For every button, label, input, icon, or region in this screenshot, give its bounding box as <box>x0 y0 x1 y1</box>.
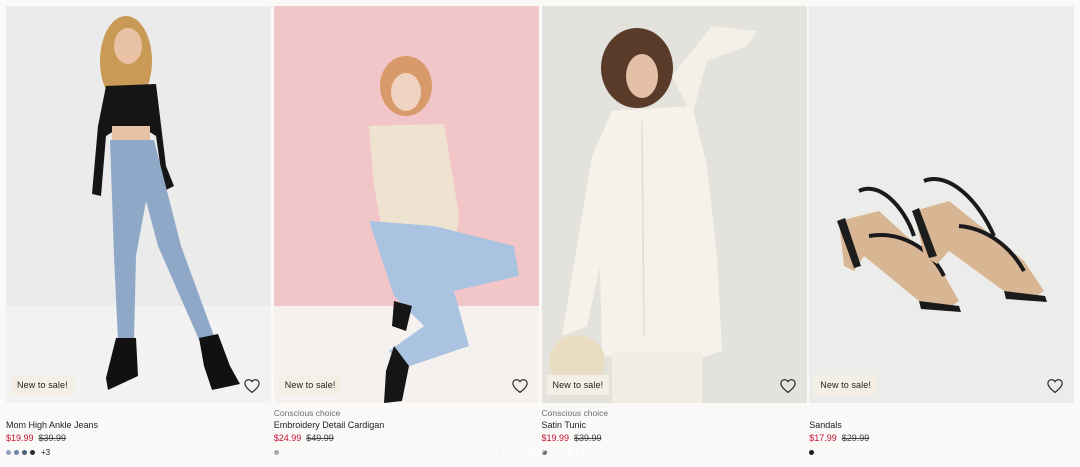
conscious-choice-label: Conscious choice <box>273 408 341 418</box>
product-image[interactable] <box>6 6 271 403</box>
product-card[interactable]: New to sale! Mom High Ankle Jeans $19.99… <box>6 6 271 461</box>
product-photo-jeans <box>6 6 271 403</box>
product-photo-tunic <box>541 6 807 403</box>
price-row: $19.99 $39.99 <box>542 432 807 445</box>
product-card[interactable]: New to sale! Conscious choice Embroidery… <box>273 6 539 461</box>
color-swatch[interactable] <box>30 449 35 455</box>
price-row: $19.99 $39.99 <box>6 432 271 445</box>
favorite-heart-icon[interactable] <box>1046 377 1064 395</box>
product-card[interactable]: New to sale! Conscious choice Satin Tuni… <box>541 6 807 461</box>
product-image[interactable] <box>541 6 807 403</box>
color-swatches: +3 <box>6 446 271 458</box>
product-info: Sandals $17.99 $29.99 <box>809 408 1074 458</box>
favorite-heart-icon[interactable] <box>511 377 529 395</box>
color-swatch[interactable] <box>809 449 815 455</box>
product-card[interactable]: New to sale! Sandals $17.99 $29.99 <box>809 6 1075 461</box>
product-grid: New to sale! Mom High Ankle Jeans $19.99… <box>6 6 1075 461</box>
color-swatch[interactable] <box>541 449 547 455</box>
product-photo-sandals <box>809 6 1075 403</box>
product-title[interactable]: Sandals <box>809 419 1074 432</box>
product-title[interactable]: Satin Tunic <box>542 419 807 432</box>
color-swatches <box>541 446 807 458</box>
new-to-sale-badge: New to sale! <box>546 375 610 395</box>
color-swatches <box>809 446 1074 458</box>
color-swatch[interactable] <box>14 449 19 455</box>
favorite-heart-icon[interactable] <box>779 377 797 395</box>
product-image[interactable] <box>809 6 1075 403</box>
sale-price: $19.99 <box>6 433 34 443</box>
product-info: Mom High Ankle Jeans $19.99 $39.99 +3 <box>6 408 271 458</box>
favorite-heart-icon[interactable] <box>243 377 261 395</box>
sale-price: $17.99 <box>809 433 837 443</box>
product-title[interactable]: Mom High Ankle Jeans <box>6 419 271 432</box>
price-row: $24.99 $49.99 <box>274 432 539 445</box>
product-title[interactable]: Embroidery Detail Cardigan <box>274 419 539 432</box>
sale-price: $24.99 <box>273 433 302 443</box>
product-info: Conscious choice Satin Tunic $19.99 $39.… <box>541 408 807 458</box>
color-swatch[interactable] <box>273 449 279 455</box>
sale-price: $19.99 <box>541 433 570 443</box>
price-row: $17.99 $29.99 <box>809 432 1074 445</box>
color-swatch[interactable] <box>22 449 27 455</box>
new-to-sale-badge: New to sale! <box>11 375 74 395</box>
product-image[interactable] <box>273 6 539 403</box>
color-swatches <box>273 446 539 458</box>
more-colors-count[interactable]: +3 <box>41 448 50 457</box>
original-price: $49.99 <box>306 433 334 443</box>
product-photo-cardigan <box>273 6 539 403</box>
new-to-sale-badge: New to sale! <box>814 375 877 395</box>
color-swatch[interactable] <box>6 449 11 455</box>
original-price: $39.99 <box>574 433 602 443</box>
product-info: Conscious choice Embroidery Detail Cardi… <box>273 408 539 458</box>
original-price: $29.99 <box>841 433 870 443</box>
conscious-choice-label: Conscious choice <box>541 408 609 418</box>
new-to-sale-badge: New to sale! <box>278 375 342 395</box>
original-price: $39.99 <box>38 433 67 443</box>
